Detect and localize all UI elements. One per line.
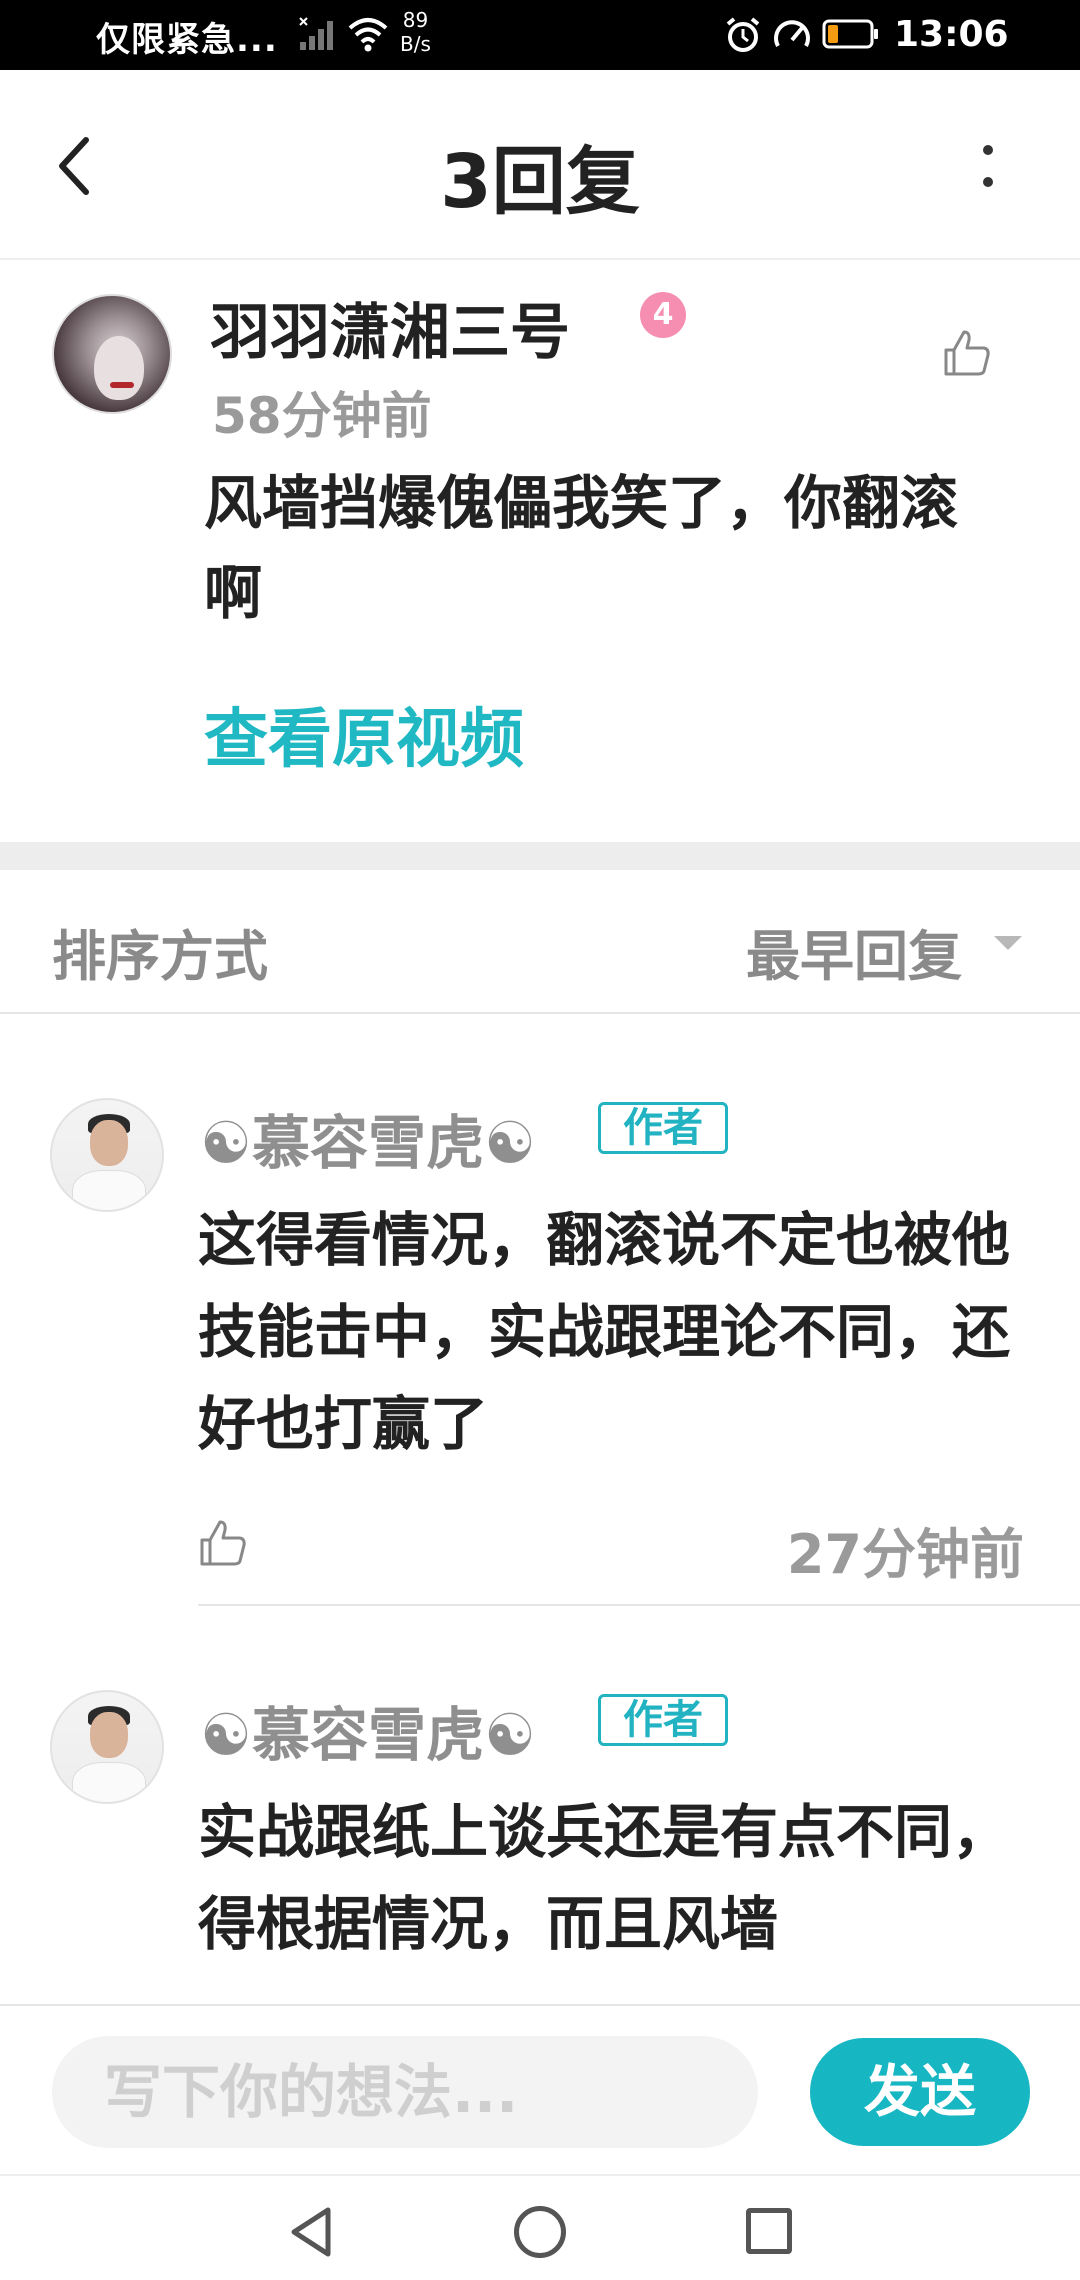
reply-item: ☯慕容雪虎☯ 作者 这得看情况，翻滚说不定也被他技能击中，实战跟理论不同，还好也… [0, 1014, 1080, 1606]
signal-icon [299, 17, 333, 50]
system-nav-bar [0, 2174, 1080, 2280]
sort-dropdown[interactable]: 最早回复 [746, 912, 962, 991]
avatar-face [94, 336, 144, 400]
avatar[interactable] [50, 1690, 164, 1804]
carrier-text: 仅限紧急... [96, 20, 278, 60]
comment-time: 58分钟前 [212, 387, 432, 445]
net-speed-value: 89 [402, 8, 429, 32]
avatar-head [90, 1120, 128, 1166]
avatar-shirt [72, 1762, 146, 1802]
main-comment: 羽羽潇湘三号 4 58分钟前 风墙挡爆傀儡我笑了，你翻滚啊 查看原视频 [0, 262, 1080, 842]
caret-down-icon[interactable] [994, 936, 1022, 950]
wifi-icon [348, 18, 388, 52]
app-header: 3回复 [0, 70, 1080, 260]
comment-text: 风墙挡爆傀儡我笑了，你翻滚啊 [204, 469, 959, 627]
reply-time: 27分钟前 [786, 1523, 1024, 1586]
avatar[interactable] [50, 1098, 164, 1212]
comment-username[interactable]: 羽羽潇湘三号 [210, 284, 570, 371]
nav-recent-apps-icon[interactable] [746, 2208, 792, 2254]
nav-back-icon[interactable] [286, 2206, 336, 2258]
more-options-icon[interactable] [980, 142, 996, 192]
reply-username[interactable]: ☯慕容雪虎☯ [200, 1096, 536, 1180]
author-tag: 作者 [598, 1694, 728, 1746]
section-divider [0, 842, 1080, 870]
avatar-mouth [110, 382, 134, 388]
reply-item: ☯慕容雪虎☯ 作者 实战跟纸上谈兵还是有点不同，得根据情况，而且风墙 [0, 1606, 1080, 2004]
sort-bar: 排序方式 最早回复 [0, 870, 1080, 1014]
avatar-shirt [72, 1170, 146, 1210]
view-original-video-link[interactable]: 查看原视频 [204, 688, 524, 780]
clock: 13:06 [894, 14, 1009, 55]
sort-label: 排序方式 [52, 925, 268, 988]
nav-home-icon[interactable] [514, 2206, 566, 2258]
avatar-head [90, 1712, 128, 1758]
level-badge: 4 [640, 292, 686, 338]
send-button[interactable]: 发送 [810, 2038, 1030, 2146]
thumbs-up-icon[interactable] [198, 1518, 248, 1568]
reply-input[interactable] [52, 2036, 758, 2148]
speedometer-icon [774, 20, 810, 47]
net-speed: 89 B/s [400, 8, 431, 56]
thumbs-up-icon[interactable] [942, 328, 992, 378]
battery-icon [822, 19, 878, 49]
net-speed-unit: B/s [400, 32, 431, 56]
status-bar: 仅限紧急... 89 B/s 13:06 [0, 0, 1080, 70]
reply-text: 实战跟纸上谈兵还是有点不同，得根据情况，而且风墙 [198, 1798, 1011, 1958]
reply-username[interactable]: ☯慕容雪虎☯ [200, 1688, 536, 1772]
page-title: 3回复 [440, 139, 640, 225]
alarm-icon [726, 17, 760, 52]
reply-text: 这得看情况，翻滚说不定也被他技能击中，实战跟理论不同，还好也打赢了 [198, 1206, 1011, 1458]
author-tag: 作者 [598, 1102, 728, 1154]
avatar[interactable] [52, 294, 172, 414]
reply-composer: 发送 [0, 2004, 1080, 2174]
